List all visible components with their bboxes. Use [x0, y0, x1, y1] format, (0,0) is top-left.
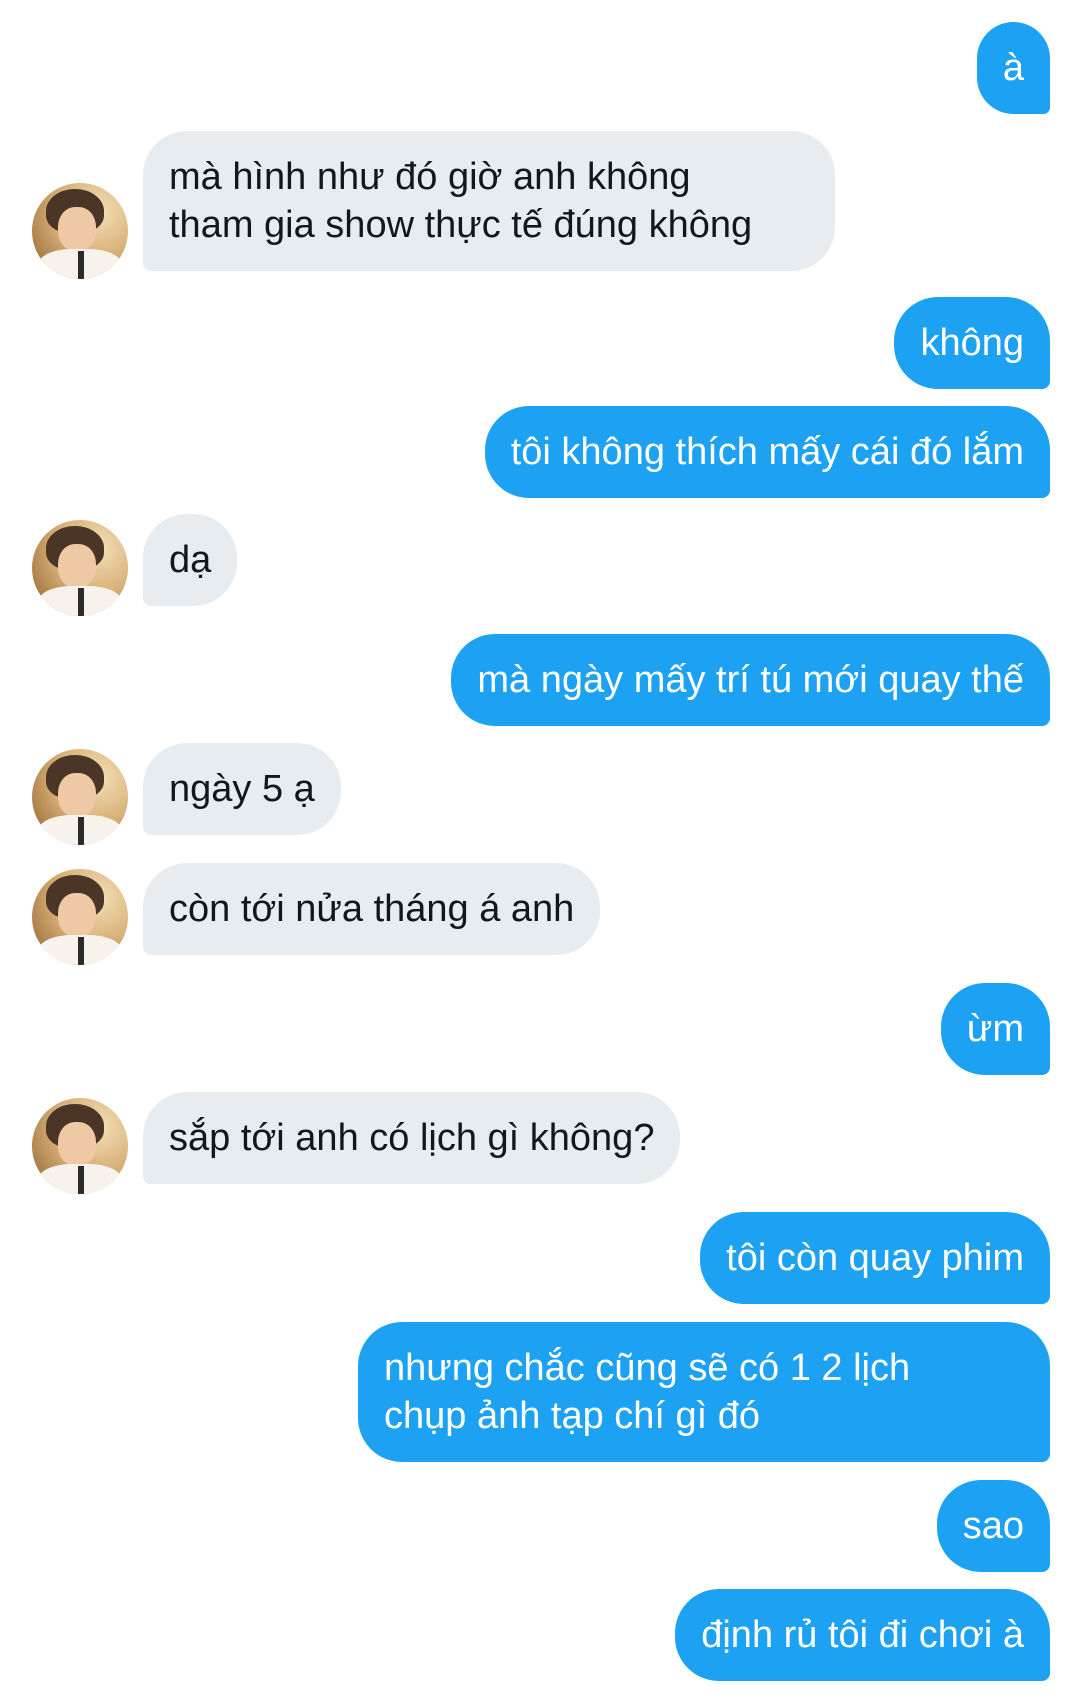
incoming-message-bubble[interactable]: mà hình như đó giờ anh không tham gia sh…: [143, 131, 835, 271]
contact-avatar[interactable]: [32, 749, 128, 845]
outgoing-message-bubble[interactable]: à: [976, 22, 1050, 114]
outgoing-message-bubble[interactable]: tôi còn quay phim: [700, 1212, 1050, 1304]
outgoing-message-bubble[interactable]: không: [894, 297, 1050, 389]
contact-avatar[interactable]: [32, 869, 128, 965]
avatar-tie-shape: [78, 251, 84, 279]
incoming-message-bubble[interactable]: sắp tới anh có lịch gì không?: [143, 1092, 681, 1184]
avatar-face-shape: [58, 1122, 96, 1166]
avatar-tie-shape: [78, 1166, 84, 1194]
avatar-face-shape: [58, 893, 96, 937]
contact-avatar[interactable]: [32, 1098, 128, 1194]
contact-avatar[interactable]: [32, 183, 128, 279]
incoming-message-bubble[interactable]: dạ: [143, 514, 238, 606]
avatar-face-shape: [58, 207, 96, 251]
incoming-message-bubble[interactable]: còn tới nửa tháng á anh: [143, 863, 601, 955]
avatar-tie-shape: [78, 817, 84, 845]
incoming-message-bubble[interactable]: ngày 5 ạ: [143, 743, 341, 835]
outgoing-message-bubble[interactable]: ừm: [940, 983, 1050, 1075]
outgoing-message-bubble[interactable]: tôi không thích mấy cái đó lắm: [484, 406, 1050, 498]
outgoing-message-bubble[interactable]: định rủ tôi đi chơi à: [675, 1589, 1050, 1681]
contact-avatar[interactable]: [32, 520, 128, 616]
outgoing-message-bubble[interactable]: nhưng chắc cũng sẽ có 1 2 lịch chụp ảnh …: [358, 1322, 1050, 1462]
outgoing-message-bubble[interactable]: sao: [936, 1480, 1050, 1572]
avatar-tie-shape: [78, 588, 84, 616]
outgoing-message-bubble[interactable]: mà ngày mấy trí tú mới quay thế: [451, 634, 1050, 726]
avatar-tie-shape: [78, 937, 84, 965]
avatar-face-shape: [58, 773, 96, 817]
avatar-face-shape: [58, 544, 96, 588]
